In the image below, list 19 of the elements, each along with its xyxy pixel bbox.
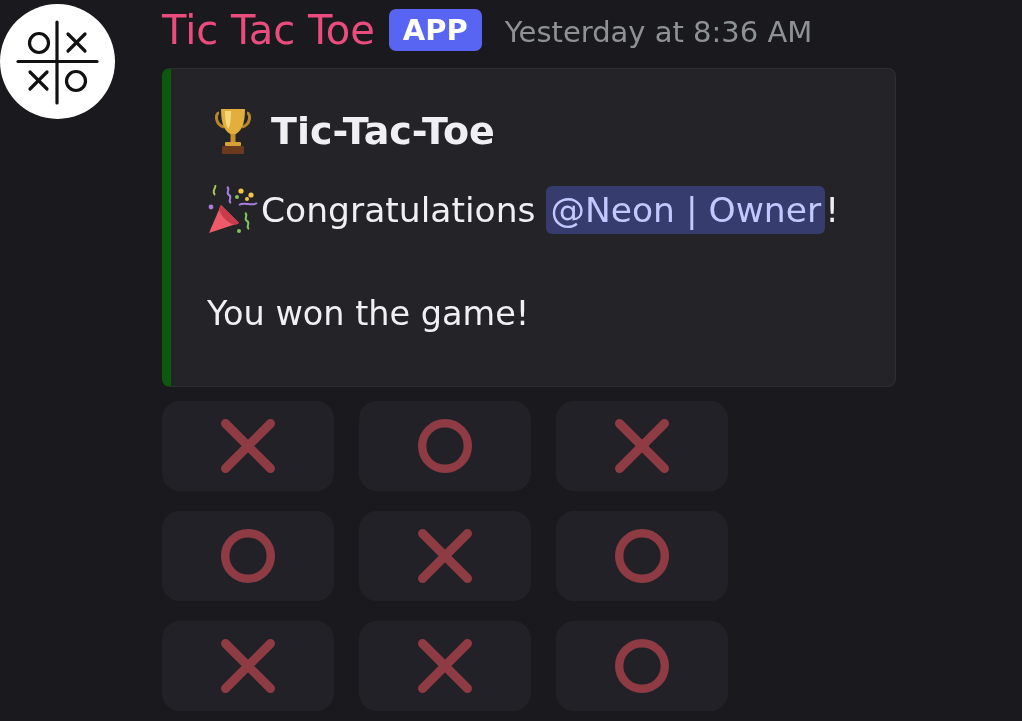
app-badge: APP [388, 9, 482, 51]
circle-mark-icon [615, 529, 669, 583]
x-mark-icon [418, 529, 472, 583]
x-mark-icon [418, 639, 472, 693]
user-mention[interactable]: @Neon | Owner [546, 186, 826, 234]
trophy-icon [215, 107, 251, 155]
result-message: You won the game! [207, 293, 531, 335]
circle-mark-icon [615, 639, 669, 693]
embed-title: Tic-Tac-Toe [271, 108, 495, 154]
message-timestamp: Yesterday at 8:36 AM [504, 14, 813, 51]
x-mark-icon [221, 639, 275, 693]
party-popper-icon [207, 185, 259, 235]
author-name[interactable]: Tic Tac Toe [162, 7, 375, 53]
x-mark-icon [221, 419, 275, 473]
tic-tac-toe-icon[interactable] [0, 4, 115, 119]
circle-mark-icon [221, 529, 275, 583]
x-mark-icon [615, 419, 669, 473]
congratulations-message: Congratulations @Neon | Owner! [261, 184, 839, 236]
circle-mark-icon [418, 419, 472, 473]
